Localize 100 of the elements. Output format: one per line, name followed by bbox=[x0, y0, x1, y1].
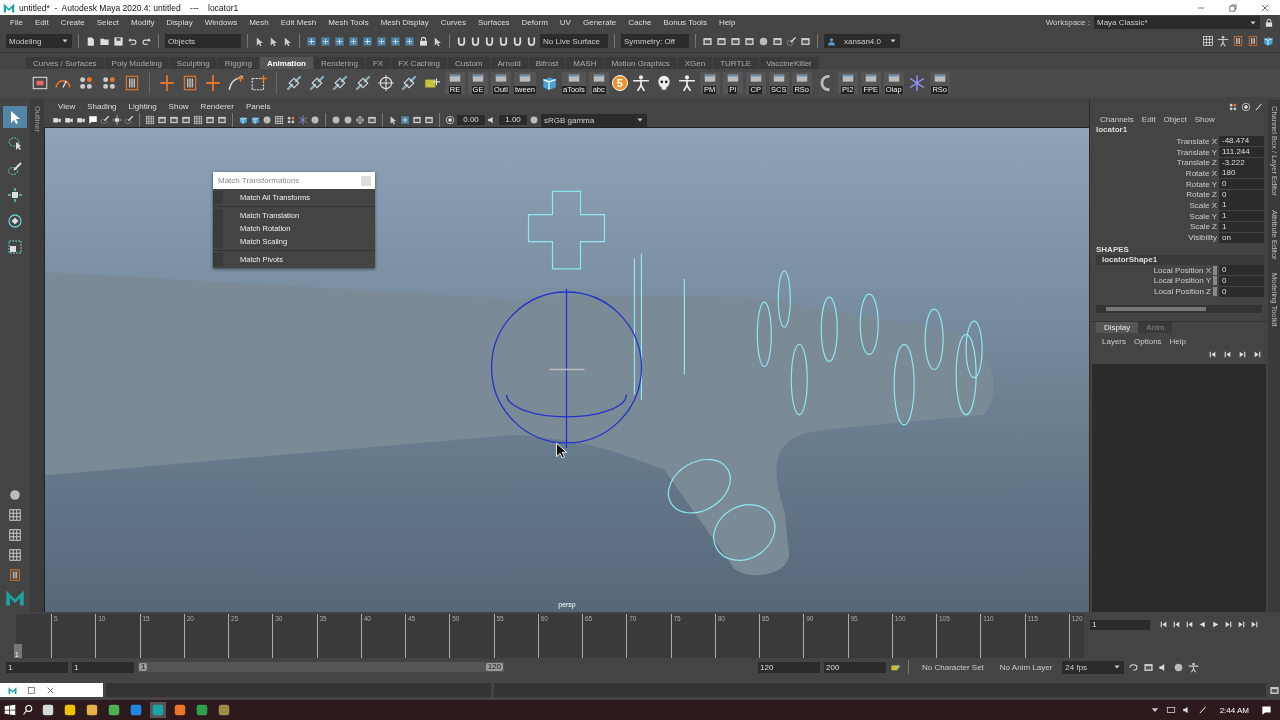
plus-icon[interactable] bbox=[204, 74, 222, 92]
channel-value-field[interactable]: 0 bbox=[1219, 189, 1264, 200]
horizontal-scrollbar[interactable] bbox=[1096, 305, 1262, 313]
sphere-icon[interactable] bbox=[1173, 661, 1185, 673]
layer-editor-tab[interactable]: Display bbox=[1096, 322, 1139, 333]
shelf-tab[interactable]: Motion Graphics bbox=[604, 57, 677, 69]
bars-icon[interactable] bbox=[123, 74, 141, 92]
snap-icon[interactable] bbox=[404, 35, 415, 47]
channel-value-field[interactable]: 1 bbox=[1219, 221, 1264, 232]
arrow-icon[interactable] bbox=[388, 115, 398, 125]
sphere-icon[interactable] bbox=[758, 35, 769, 47]
shelf-tab[interactable]: Curves / Surfaces bbox=[26, 57, 104, 69]
step-back-icon[interactable] bbox=[1159, 620, 1168, 629]
magnet-icon[interactable] bbox=[498, 35, 509, 47]
render-icon[interactable] bbox=[702, 35, 713, 47]
arrow-icon[interactable] bbox=[432, 35, 443, 47]
mode-dropdown[interactable]: Modeling bbox=[6, 34, 72, 48]
menu-item[interactable]: Generate bbox=[576, 18, 623, 27]
channel-value-field[interactable]: 0 bbox=[1219, 179, 1264, 190]
character-set-dropdown[interactable]: No Character Set bbox=[916, 662, 990, 672]
step-forward-icon[interactable] bbox=[1237, 620, 1246, 629]
bars-icon[interactable] bbox=[1247, 35, 1259, 47]
step-back-icon[interactable] bbox=[1208, 350, 1217, 359]
step-back-icon[interactable] bbox=[1223, 350, 1232, 359]
grid-icon[interactable] bbox=[8, 508, 22, 522]
channel-value-field[interactable]: 1 bbox=[1219, 200, 1264, 211]
render-icon[interactable] bbox=[367, 115, 377, 125]
playback-end-field[interactable]: 120 bbox=[758, 661, 820, 673]
panel-menu-item[interactable]: Panels bbox=[239, 102, 277, 111]
channel-value-field[interactable]: -48.474 bbox=[1219, 136, 1264, 147]
loop-icon[interactable] bbox=[1128, 661, 1140, 673]
grid-icon[interactable] bbox=[8, 548, 22, 562]
render-icon[interactable] bbox=[716, 35, 727, 47]
shelf-tab[interactable]: Custom bbox=[447, 57, 490, 69]
magnet-icon[interactable] bbox=[456, 35, 467, 47]
shelf-tab[interactable]: MASH bbox=[566, 57, 604, 69]
app-icon[interactable] bbox=[62, 702, 78, 718]
pen-icon[interactable] bbox=[1254, 101, 1264, 112]
menu-item[interactable]: Mesh bbox=[243, 18, 275, 27]
workspace-dropdown[interactable]: Maya Classic* bbox=[1094, 16, 1260, 29]
app-icon[interactable] bbox=[172, 702, 188, 718]
shelf-tab[interactable]: XGen bbox=[677, 57, 713, 69]
shelf-tab[interactable]: Arnold bbox=[490, 57, 528, 69]
snap-icon[interactable] bbox=[320, 35, 331, 47]
color-space-dropdown[interactable]: sRGB gamma bbox=[541, 113, 647, 127]
magnet-icon[interactable] bbox=[512, 35, 523, 47]
render-icon[interactable] bbox=[744, 35, 755, 47]
film-icon[interactable] bbox=[31, 74, 49, 92]
asterisk-icon[interactable] bbox=[907, 74, 926, 92]
brush-icon[interactable] bbox=[100, 115, 110, 125]
crosshair-icon[interactable] bbox=[377, 74, 395, 92]
dots-icon[interactable] bbox=[1228, 101, 1238, 112]
step-forward-icon[interactable] bbox=[1224, 620, 1233, 629]
shelf-tab[interactable]: FX bbox=[365, 57, 391, 69]
menu-item[interactable]: Surfaces bbox=[472, 18, 516, 27]
app-icon[interactable] bbox=[40, 702, 56, 718]
menu-item[interactable]: Mesh Tools bbox=[322, 18, 375, 27]
start-time-field[interactable]: 1 bbox=[6, 661, 68, 673]
snap-icon[interactable] bbox=[400, 115, 410, 125]
dots-icon[interactable] bbox=[77, 74, 95, 92]
menu-item[interactable]: Edit Mesh bbox=[274, 18, 323, 27]
sphere-icon[interactable] bbox=[262, 115, 272, 125]
render-icon[interactable] bbox=[1269, 684, 1280, 696]
layer-menu-item[interactable]: Layers bbox=[1098, 335, 1130, 348]
sphere-icon[interactable] bbox=[310, 115, 320, 125]
minimized-window-bar[interactable] bbox=[0, 683, 103, 697]
grid-icon[interactable] bbox=[274, 115, 284, 125]
menu-item[interactable]: Edit bbox=[28, 18, 55, 27]
shelf-tab[interactable]: Sculpting bbox=[169, 57, 217, 69]
windows-logo-icon[interactable] bbox=[4, 704, 16, 716]
grid-icon[interactable] bbox=[145, 115, 155, 125]
step-back-icon[interactable] bbox=[1172, 620, 1181, 629]
rotate-icon[interactable] bbox=[1241, 101, 1251, 112]
chain-link-icon[interactable] bbox=[400, 74, 418, 92]
menu-item[interactable]: Windows bbox=[198, 18, 244, 27]
render-icon[interactable] bbox=[1143, 661, 1155, 673]
anim-layer-dropdown[interactable]: No Anim Layer bbox=[993, 662, 1059, 672]
channel-box-menu-item[interactable]: Edit bbox=[1137, 112, 1160, 126]
figure-icon[interactable] bbox=[1188, 661, 1200, 673]
step-forward-icon[interactable] bbox=[1253, 350, 1262, 359]
chain-link-icon[interactable] bbox=[285, 74, 303, 92]
grid-icon[interactable] bbox=[1202, 35, 1214, 47]
pen-icon[interactable] bbox=[1197, 705, 1208, 715]
menu-item[interactable]: Modify bbox=[124, 18, 161, 27]
cube-icon[interactable] bbox=[250, 115, 260, 125]
camera-icon[interactable] bbox=[76, 115, 86, 125]
arrow-icon[interactable] bbox=[254, 35, 265, 47]
live-surface-field[interactable]: No Live Surface bbox=[540, 34, 608, 48]
shelf-tab[interactable]: Bifrost bbox=[528, 57, 566, 69]
notification-icon[interactable] bbox=[88, 115, 98, 125]
fps-dropdown[interactable]: 24 fps bbox=[1062, 660, 1125, 674]
layer-menu-item[interactable]: Help bbox=[1165, 335, 1191, 348]
snap-icon[interactable] bbox=[390, 35, 401, 47]
camera-icon[interactable] bbox=[64, 115, 74, 125]
snap-icon[interactable] bbox=[306, 35, 317, 47]
sphere-icon[interactable] bbox=[529, 115, 539, 125]
arrow-tool-button[interactable] bbox=[3, 106, 27, 128]
bars-icon[interactable] bbox=[8, 568, 22, 582]
range-start-handle[interactable]: 1 bbox=[139, 663, 148, 671]
exposure-field[interactable]: 0.00 bbox=[457, 115, 485, 125]
